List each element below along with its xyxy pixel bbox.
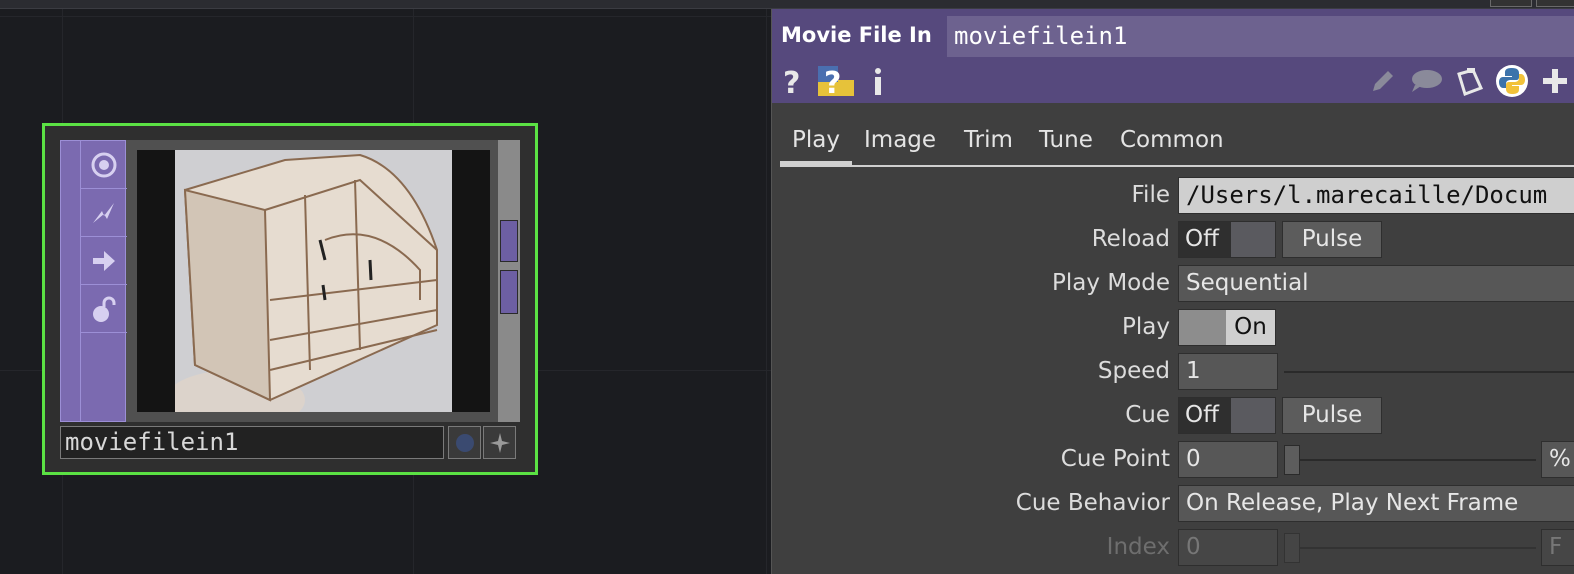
cue-point-slider-handle[interactable]: [1284, 445, 1300, 475]
play-toggle[interactable]: On: [1178, 309, 1276, 346]
node-name-label[interactable]: moviefilein1: [60, 426, 444, 459]
flag-column: [80, 141, 127, 421]
cue-point-unit-menu[interactable]: %: [1541, 441, 1574, 478]
play-label: Play: [1122, 314, 1170, 340]
comment-icon[interactable]: [1408, 64, 1444, 98]
cue-toggle[interactable]: Off: [1178, 397, 1276, 434]
tab-image[interactable]: Image: [852, 117, 948, 163]
node-output-strip: [498, 140, 520, 422]
node-viewer[interactable]: [137, 150, 490, 412]
cue-pulse-button[interactable]: Pulse: [1282, 397, 1382, 434]
parameter-panel: Movie File In moviefilein1 ? ? Play Imag…: [771, 9, 1574, 574]
add-icon[interactable]: [1540, 64, 1570, 98]
index-field: 0: [1178, 529, 1278, 566]
operator-name-field[interactable]: moviefilein1: [947, 16, 1574, 57]
lock-open-icon[interactable]: [81, 285, 127, 333]
top-bar-button[interactable]: [1536, 0, 1574, 7]
param-tabs: Play Image Trim Tune Common: [780, 117, 1574, 167]
help-icon[interactable]: ?: [780, 64, 806, 98]
play-toggle-state: On: [1226, 310, 1275, 345]
node-body: [60, 140, 520, 422]
reload-toggle-state: Off: [1179, 222, 1231, 257]
grid-line: [0, 16, 771, 17]
operator-type: Movie File In: [781, 23, 932, 47]
node-viewer-dot-icon[interactable]: [448, 426, 481, 459]
node-flag-strip: [60, 140, 127, 422]
tab-trim[interactable]: Trim: [952, 117, 1025, 163]
cue-behavior-label: Cue Behavior: [1015, 490, 1170, 516]
network-editor[interactable]: moviefilein1: [0, 9, 771, 574]
svg-text:?: ?: [824, 66, 841, 98]
top-bar: [0, 0, 1574, 9]
tab-tune[interactable]: Tune: [1027, 117, 1105, 163]
file-path-field[interactable]: /Users/l.marecaille/Docum: [1178, 177, 1574, 214]
toggle-knob: [1231, 398, 1275, 433]
tab-play[interactable]: Play: [780, 117, 852, 165]
info-icon[interactable]: [868, 64, 888, 98]
cue-point-field[interactable]: 0: [1178, 441, 1278, 478]
index-slider-handle: [1284, 533, 1300, 563]
output-connector[interactable]: [500, 270, 518, 314]
play-mode-menu[interactable]: Sequential: [1178, 265, 1574, 302]
clipboard-icon[interactable]: [1452, 64, 1486, 98]
node-sparkle-icon[interactable]: [483, 426, 516, 459]
export-arrow-icon[interactable]: [81, 237, 127, 285]
cook-lightning-icon[interactable]: [81, 189, 127, 237]
movie-thumbnail: [175, 150, 452, 412]
cue-point-label: Cue Point: [1060, 446, 1170, 472]
speed-slider[interactable]: [1284, 371, 1574, 373]
toggle-knob: [1231, 222, 1275, 257]
movie-file-in-node[interactable]: moviefilein1: [42, 123, 538, 475]
cue-point-slider[interactable]: [1284, 459, 1536, 461]
reload-toggle[interactable]: Off: [1178, 221, 1276, 258]
play-mode-label: Play Mode: [1052, 270, 1170, 296]
cue-label: Cue: [1125, 402, 1170, 428]
cue-toggle-state: Off: [1179, 398, 1231, 433]
edit-icon[interactable]: [1368, 64, 1398, 98]
index-unit-menu: F: [1541, 529, 1574, 566]
reload-pulse-button[interactable]: Pulse: [1282, 221, 1382, 258]
index-slider: [1284, 547, 1536, 549]
grid-line: [766, 9, 767, 574]
svg-text:?: ?: [783, 66, 800, 97]
cue-behavior-menu[interactable]: On Release, Play Next Frame: [1178, 485, 1574, 522]
viewer-active-icon[interactable]: [81, 141, 127, 189]
toggle-knob: [1179, 310, 1226, 345]
python-icon[interactable]: [1494, 64, 1530, 98]
tab-common[interactable]: Common: [1108, 117, 1236, 163]
top-bar-button[interactable]: [1490, 0, 1532, 7]
output-connector[interactable]: [500, 220, 518, 262]
panel-header: Movie File In moviefilein1 ? ?: [772, 9, 1574, 103]
speed-label: Speed: [1097, 358, 1170, 384]
file-label: File: [1131, 182, 1171, 208]
index-label: Index: [1106, 534, 1170, 560]
reload-label: Reload: [1091, 226, 1170, 252]
python-help-icon[interactable]: ?: [816, 64, 856, 98]
speed-field[interactable]: 1: [1178, 353, 1278, 390]
